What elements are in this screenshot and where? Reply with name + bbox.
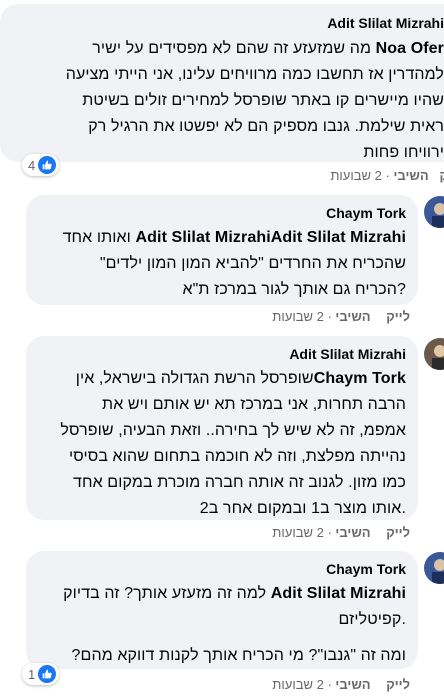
like-link[interactable]: לייק [386, 525, 410, 540]
comment-text: Adit Slilat MizrahiAdit Slilat Mizrahi ו… [62, 229, 407, 298]
comment-bubble: Adit Slilat Mizrahi Chaym Torkשופרסל הרש… [26, 336, 418, 520]
like-icon [38, 665, 57, 683]
comment-text: Noa Ofer מה שמזעזע זה שהם לא מפסידים על … [65, 40, 444, 161]
comment-text: Adit Slilat Mizrahi למה זה מזעזע אותך? ז… [63, 585, 406, 664]
like-link[interactable]: ק [440, 168, 444, 183]
reply-link[interactable]: השיבי [393, 168, 428, 183]
like-link[interactable]: לייק [386, 309, 410, 324]
comment-author[interactable]: Adit Slilat Mizrahi [38, 345, 406, 363]
comment-time[interactable]: 2 שבועות [272, 677, 323, 692]
user-tag[interactable]: Noa Ofer [376, 40, 444, 57]
comment-actions: לייק השיבי · 2 שבועות [272, 677, 410, 692]
comment-author[interactable]: Adit Slilat Mizrahi [12, 14, 444, 32]
comment-bubble: Chaym Tork Adit Slilat Mizrahi למה זה מז… [26, 551, 418, 669]
comment-author[interactable]: Chaym Tork [38, 560, 406, 578]
avatar[interactable] [424, 196, 444, 228]
comment-actions: לייק השיבי · 2 שבועות [272, 309, 410, 324]
reply-link[interactable]: השיבי [335, 677, 370, 692]
comment-author[interactable]: Chaym Tork [38, 204, 406, 222]
reaction-count[interactable]: 1 [22, 663, 60, 685]
user-tag[interactable]: Adit Slilat Mizrahi [271, 585, 406, 602]
user-tag[interactable]: Adit Slilat MizrahiAdit Slilat Mizrahi [136, 229, 407, 246]
comment-bubble: Chaym Tork Adit Slilat MizrahiAdit Slila… [26, 195, 418, 305]
like-icon [38, 156, 57, 174]
comment-time[interactable]: 2 שבועות [272, 309, 323, 324]
comment-time[interactable]: 2 שבועות [330, 168, 381, 183]
comment-actions: לייק השיבי · 2 שבועות [272, 525, 410, 540]
comment-bubble: Adit Slilat Mizrahi Noa Ofer מה שמזעזע ז… [0, 4, 444, 162]
avatar[interactable] [424, 552, 444, 584]
comment-actions: ק השיבי · 2 שבועות [330, 168, 444, 183]
avatar[interactable] [424, 338, 444, 370]
like-link[interactable]: לייק [386, 677, 410, 692]
user-tag[interactable]: Chaym Tork [314, 370, 406, 387]
comment-text: Chaym Torkשופרסל הרשת הגדולה בישראל, אין… [60, 370, 406, 517]
reply-link[interactable]: השיבי [335, 525, 370, 540]
reply-link[interactable]: השיבי [335, 309, 370, 324]
comment-time[interactable]: 2 שבועות [272, 525, 323, 540]
reaction-count[interactable]: 4 [22, 154, 60, 176]
